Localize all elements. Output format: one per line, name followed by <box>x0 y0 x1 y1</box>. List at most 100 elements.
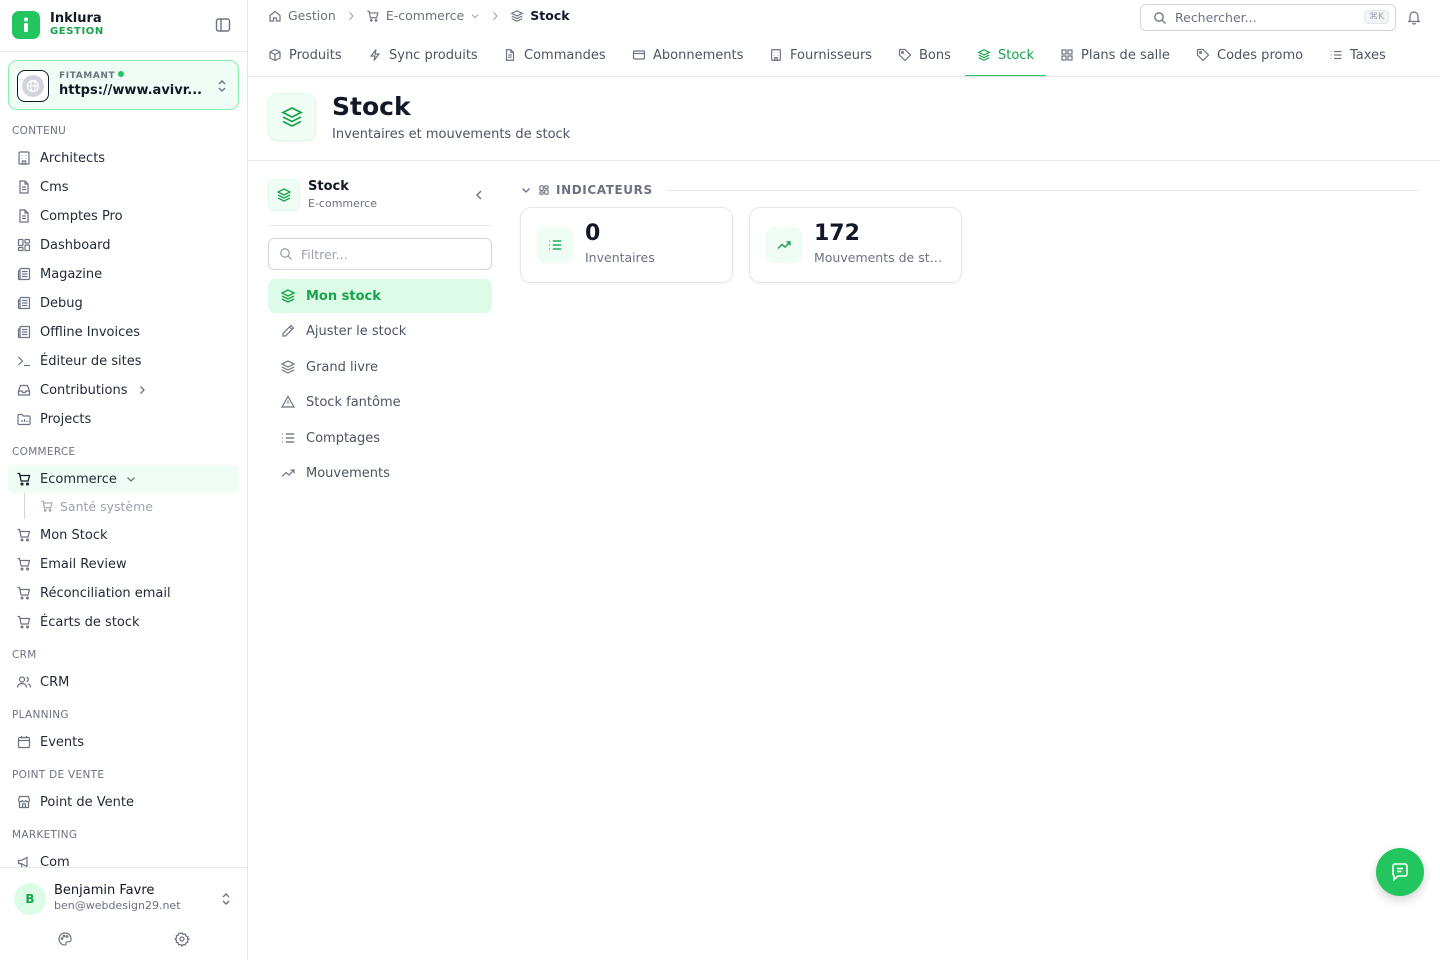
tab-label: Plans de salle <box>1081 47 1170 63</box>
tab-label: Taxes <box>1350 47 1386 63</box>
trending-up-icon <box>280 465 296 481</box>
sidebar-item-ecommerce[interactable]: Ecommerce <box>8 465 239 493</box>
tab-stock[interactable]: Stock <box>977 34 1034 76</box>
indicators-title: INDICATEURS <box>556 183 653 197</box>
subnav-item-label: Comptages <box>306 430 381 446</box>
subnav-title: Stock <box>308 179 349 194</box>
bell-icon[interactable] <box>1406 9 1422 25</box>
layers-icon <box>510 9 524 23</box>
sidebar-item-label: Réconciliation email <box>40 585 171 601</box>
palette-icon[interactable] <box>57 931 73 947</box>
subnav-item-label: Stock fantôme <box>306 394 401 410</box>
sidebar-item-magazine[interactable]: Magazine <box>8 260 239 288</box>
cart-icon <box>366 9 380 23</box>
users-icon <box>16 674 32 690</box>
sidebar-item-crm[interactable]: CRM <box>8 668 239 696</box>
cart-icon <box>16 614 32 630</box>
sidebar-item-point-de-vente[interactable]: Point de Vente <box>8 788 239 816</box>
section-title-marketing: MARKETING <box>12 829 78 841</box>
sidebar-item-offline-invoices[interactable]: Offline Invoices <box>8 318 239 346</box>
page-subtitle: Inventaires et mouvements de stock <box>332 127 571 142</box>
chevron-up-down-icon <box>216 78 228 94</box>
sidebar-item-debug[interactable]: Debug <box>8 289 239 317</box>
dashboard-icon <box>16 237 32 253</box>
sidebar-item-architects[interactable]: Architects <box>8 144 239 172</box>
sidebar-item-events[interactable]: Events <box>8 728 239 756</box>
site-switcher[interactable]: FITAMANT https://www.avivr... <box>8 60 239 110</box>
sidebar-item-mon-stock[interactable]: Mon Stock <box>8 521 239 549</box>
kpi-card-inventaires[interactable]: 0 Inventaires <box>520 207 733 283</box>
dashboard-icon <box>538 184 550 196</box>
breadcrumb-home[interactable]: Gestion <box>288 8 336 23</box>
online-status-dot <box>118 71 125 77</box>
breadcrumb-section[interactable]: E-commerce <box>386 8 464 23</box>
sidebar-item-reconciliation-email[interactable]: Réconciliation email <box>8 579 239 607</box>
sidebar-item-editeur-de-sites[interactable]: Éditeur de sites <box>8 347 239 375</box>
tab-commandes[interactable]: Commandes <box>503 34 606 76</box>
topbar: Gestion E-commerce Stock Rechercher... ⌘… <box>248 0 1440 34</box>
sidebar-item-label: Events <box>40 734 85 750</box>
newspaper-icon <box>16 295 32 311</box>
user-menu[interactable]: B Benjamin Favre ben@webdesign29.net <box>0 867 247 960</box>
sidebar-item-label: Écarts de stock <box>40 614 140 630</box>
tab-abonnements[interactable]: Abonnements <box>632 34 743 76</box>
tab-sync-produits[interactable]: Sync produits <box>368 34 478 76</box>
filter-field <box>268 238 492 270</box>
chevron-down-icon[interactable] <box>470 11 480 21</box>
subnav-item-ajuster-le-stock[interactable]: Ajuster le stock <box>268 314 492 348</box>
chevron-left-icon[interactable] <box>472 188 486 202</box>
cart-icon <box>40 499 54 513</box>
list-icon <box>1329 48 1343 62</box>
building-icon <box>16 150 32 166</box>
box-icon <box>268 48 282 62</box>
layers-icon <box>280 359 296 375</box>
sidebar-item-dashboard[interactable]: Dashboard <box>8 231 239 259</box>
subnav-item-grand-livre[interactable]: Grand livre <box>268 350 492 384</box>
brand[interactable]: Inklura GESTION <box>12 10 236 42</box>
calendar-icon <box>16 734 32 750</box>
tab-bons[interactable]: Bons <box>898 34 951 76</box>
indicators-header[interactable]: INDICATEURS <box>520 181 1420 199</box>
chat-button[interactable] <box>1376 848 1424 896</box>
sidebar-toggle-icon[interactable] <box>214 16 232 34</box>
subnav-item-mon-stock[interactable]: Mon stock <box>268 279 492 313</box>
avatar: B <box>14 883 46 915</box>
sidebar-item-label: Com <box>40 854 70 868</box>
tab-plans-de-salle[interactable]: Plans de salle <box>1060 34 1170 76</box>
sidebar-item-label: Magazine <box>40 266 103 282</box>
kpi-label: Inventaires <box>585 250 655 265</box>
sidebar-item-comptes-pro[interactable]: Comptes Pro <box>8 202 239 230</box>
tab-codes-promo[interactable]: Codes promo <box>1196 34 1303 76</box>
list-icon <box>280 430 296 446</box>
tab-taxes[interactable]: Taxes <box>1329 34 1386 76</box>
gear-icon[interactable] <box>174 931 190 947</box>
brand-logo-icon <box>12 11 40 39</box>
sidebar-item-contributions[interactable]: Contributions <box>8 376 239 404</box>
sidebar-item-label: Mon Stock <box>40 527 108 543</box>
filter-input[interactable] <box>301 246 481 262</box>
search-input[interactable]: Rechercher... ⌘K <box>1140 4 1396 31</box>
credit-card-icon <box>632 48 646 62</box>
sidebar-subitem-sante-systeme[interactable]: Santé système <box>40 494 153 518</box>
tabs-overflow-fade <box>1400 34 1440 76</box>
subnav-item-stock-fantome[interactable]: Stock fantôme <box>268 385 492 419</box>
subnav-item-comptages[interactable]: Comptages <box>268 421 492 455</box>
chevron-down-icon <box>520 184 532 196</box>
tag-icon <box>1196 48 1210 62</box>
page-title: Stock <box>332 92 411 121</box>
sidebar-item-ecarts-de-stock[interactable]: Écarts de stock <box>8 608 239 636</box>
subnav-item-label: Mon stock <box>306 288 381 304</box>
zap-icon <box>368 48 382 62</box>
divider <box>666 189 1420 191</box>
subnav-item-mouvements[interactable]: Mouvements <box>268 456 492 490</box>
sidebar-item-email-review[interactable]: Email Review <box>8 550 239 578</box>
sidebar-item-com[interactable]: Com <box>8 848 239 867</box>
kpi-card-mouvements[interactable]: 172 Mouvements de stock <box>749 207 962 283</box>
tab-produits[interactable]: Produits <box>268 34 342 76</box>
sidebar-nav: CONTENU Architects Cms Comptes Pro Dashb… <box>0 116 247 867</box>
tab-fournisseurs[interactable]: Fournisseurs <box>769 34 872 76</box>
sidebar-item-projects[interactable]: Projects <box>8 405 239 433</box>
sidebar-item-cms[interactable]: Cms <box>8 173 239 201</box>
tag-icon <box>898 48 912 62</box>
warning-icon <box>280 394 296 410</box>
